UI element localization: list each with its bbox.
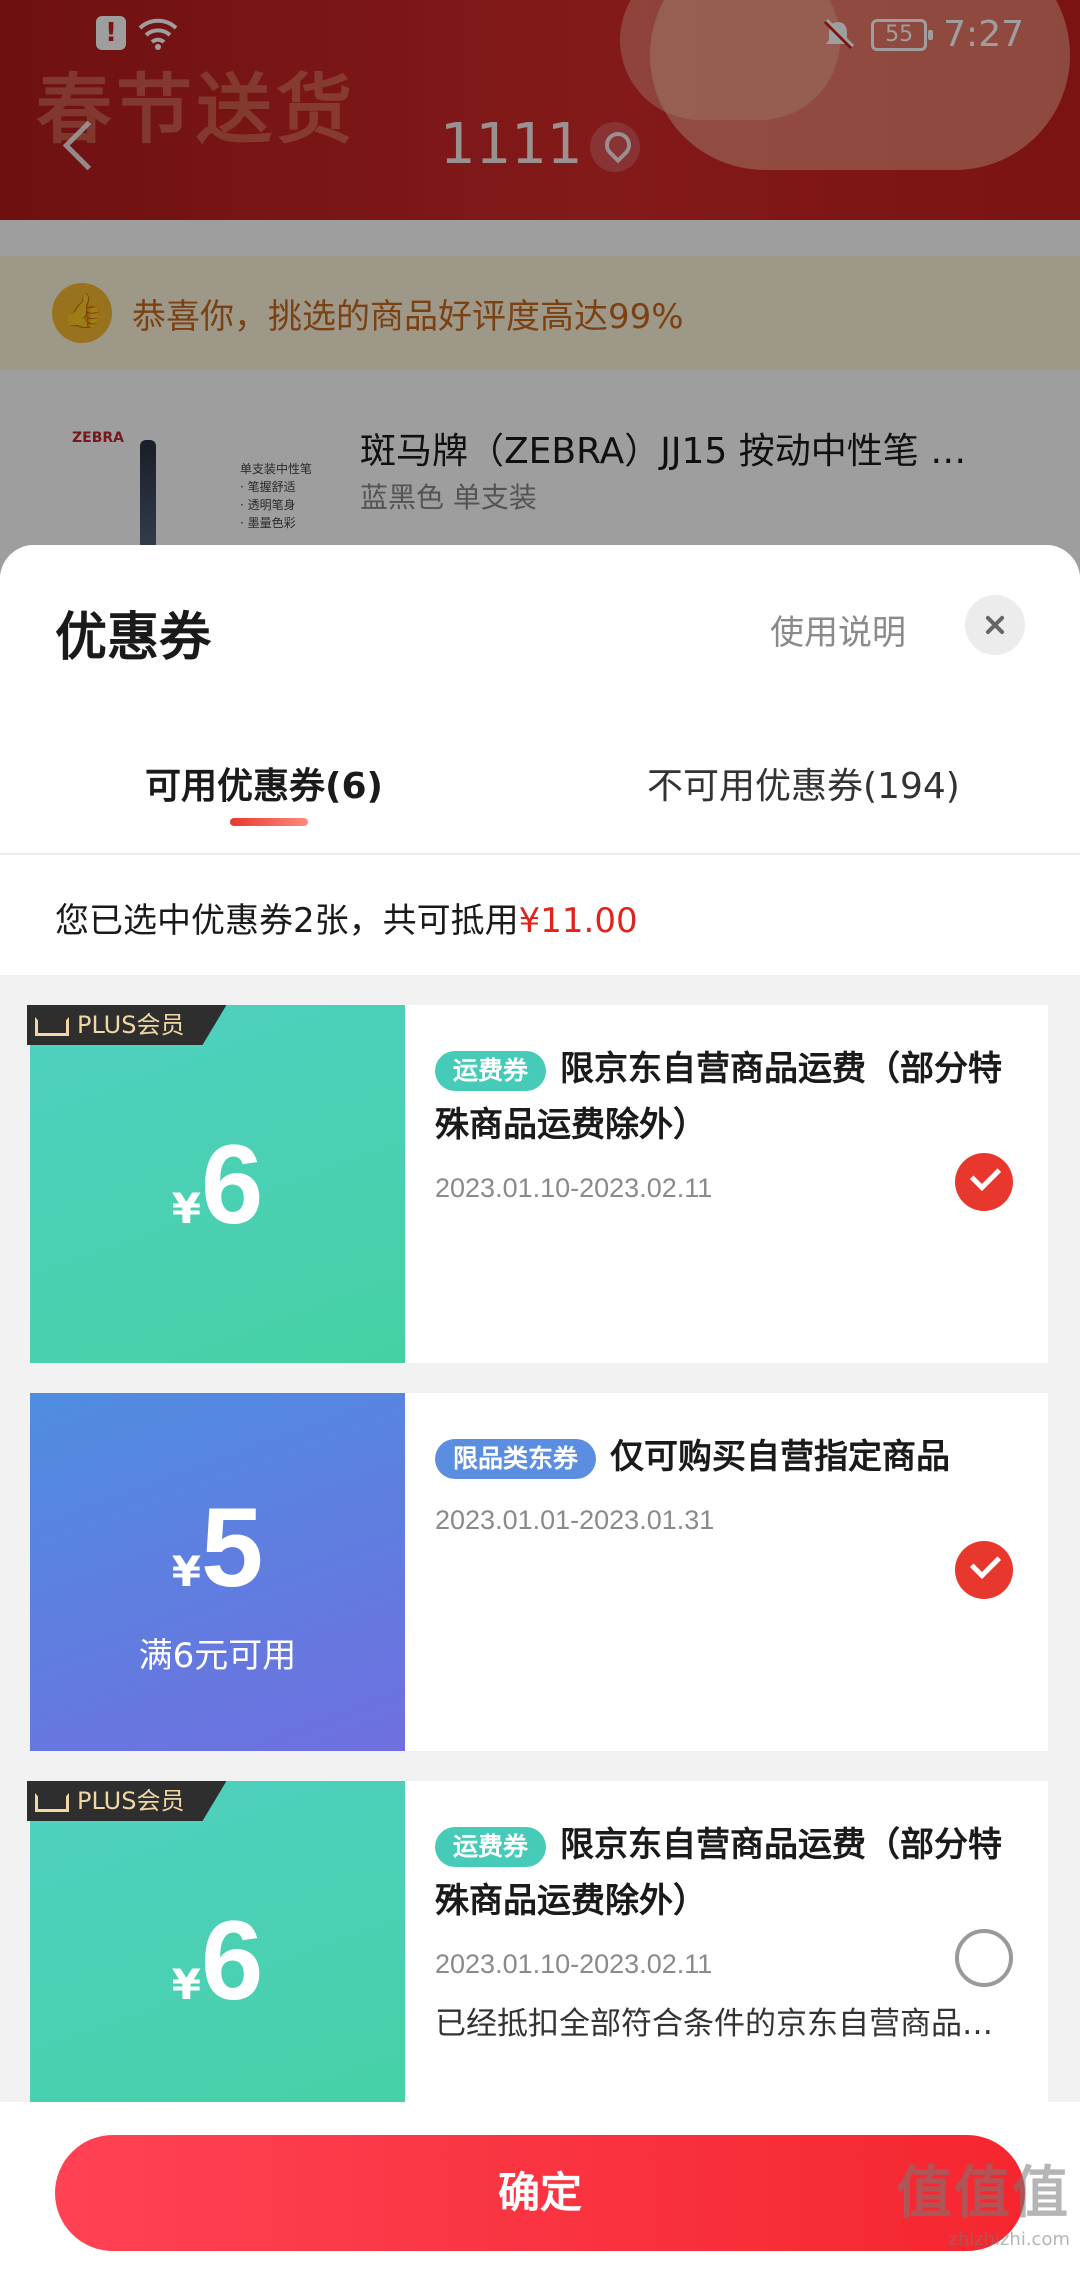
watermark-logo: 值值值 xyxy=(896,2161,1070,2226)
currency-symbol: ¥ xyxy=(171,1547,201,1596)
summary-text: 您已选中优惠券2张，共可抵用¥11.00 xyxy=(55,893,638,942)
tab-available-coupons[interactable]: 可用优惠券(6) xyxy=(145,757,383,809)
coupon-condition: 满6元可用 xyxy=(138,1636,297,1676)
watermark: 值值值 zhizhizhi.com xyxy=(896,2148,1070,2250)
plus-member-badge: PLUS会员 xyxy=(27,1005,227,1045)
coupon-title-text: 仅可购买自营指定商品 xyxy=(610,1437,951,1477)
plus-badge-label: PLUS会员 xyxy=(77,1787,185,1815)
coupon-value-panel: PLUS会员 ¥6 xyxy=(24,1781,405,2139)
sheet-header: 优惠券 使用说明 可用优惠券(6) 不可用优惠券(194) xyxy=(0,545,1080,855)
tab-unavailable-coupons[interactable]: 不可用优惠券(194) xyxy=(647,757,960,809)
coupon-card[interactable]: PLUS会员 ¥6 运费券 限京东自营商品运费（部分特殊商品运费除外） 2023.… xyxy=(24,1781,1048,2139)
summary-prefix: 您已选中优惠券2张，共可抵用 xyxy=(55,901,519,941)
coupon-value: 6 xyxy=(200,1122,264,1247)
coupon-tag: 运费券 xyxy=(435,1050,547,1091)
coupon-sheet: 优惠券 使用说明 可用优惠券(6) 不可用优惠券(194) 您已选中优惠券2张，… xyxy=(0,545,1080,2280)
coupon-amount: ¥6 xyxy=(30,1896,405,2025)
coupon-amount: ¥6 xyxy=(30,1120,405,1249)
coupon-value: 6 xyxy=(200,1898,264,2023)
coupon-validity: 2023.01.01-2023.01.31 xyxy=(435,1505,715,1535)
coupon-checkbox[interactable] xyxy=(955,1929,1013,1987)
currency-symbol: ¥ xyxy=(171,1184,201,1233)
coupon-card[interactable]: PLUS会员 ¥6 运费券 限京东自营商品运费（部分特殊商品运费除外） 2023.… xyxy=(24,1005,1048,1363)
sheet-title: 优惠券 xyxy=(55,608,212,668)
selection-summary: 您已选中优惠券2张，共可抵用¥11.00 xyxy=(0,855,1080,975)
coupon-validity: 2023.01.10-2023.02.11 xyxy=(435,1173,713,1203)
plus-badge-label: PLUS会员 xyxy=(77,1011,185,1039)
coupon-title: 运费券 限京东自营商品运费（部分特殊商品运费除外） xyxy=(435,1817,1025,1929)
coupon-checkbox[interactable] xyxy=(955,1541,1013,1599)
coupon-details: 限品类东券 仅可购买自营指定商品 2023.01.01-2023.01.31 xyxy=(435,1429,1025,1536)
coupon-tag: 限品类东券 xyxy=(435,1438,597,1479)
watermark-url: zhizhizhi.com xyxy=(948,2229,1070,2250)
coupon-value-panel: PLUS会员 ¥6 xyxy=(24,1005,405,1363)
usage-instructions-link[interactable]: 使用说明 xyxy=(770,605,906,654)
coupon-tag: 运费券 xyxy=(435,1826,547,1867)
active-tab-indicator xyxy=(230,818,308,826)
coupon-note: 已经抵扣全部符合条件的京东自营商品… xyxy=(435,2006,993,2042)
plus-member-badge: PLUS会员 xyxy=(27,1781,227,1821)
coupon-value-panel: ¥5 满6元可用 xyxy=(24,1393,405,1751)
crown-icon xyxy=(35,1789,69,1813)
coupon-card[interactable]: ¥5 满6元可用 限品类东券 仅可购买自营指定商品 2023.01.01-2023… xyxy=(24,1393,1048,1751)
coupon-title: 限品类东券 仅可购买自营指定商品 xyxy=(435,1429,1025,1485)
summary-amount: ¥11.00 xyxy=(518,901,638,941)
confirm-button[interactable]: 确定 xyxy=(55,2135,1025,2251)
close-button[interactable] xyxy=(965,595,1025,655)
coupon-validity: 2023.01.10-2023.02.11 xyxy=(435,1949,713,1979)
currency-symbol: ¥ xyxy=(171,1960,201,2009)
coupon-value: 5 xyxy=(200,1485,264,1610)
coupon-details: 运费券 限京东自营商品运费（部分特殊商品运费除外） 2023.01.10-2023… xyxy=(435,1817,1025,2043)
coupon-checkbox[interactable] xyxy=(955,1153,1013,1211)
coupon-title: 运费券 限京东自营商品运费（部分特殊商品运费除外） xyxy=(435,1041,1025,1153)
coupon-details: 运费券 限京东自营商品运费（部分特殊商品运费除外） 2023.01.10-2023… xyxy=(435,1041,1025,1204)
crown-icon xyxy=(35,1013,69,1037)
coupon-amount: ¥5 xyxy=(30,1483,405,1612)
